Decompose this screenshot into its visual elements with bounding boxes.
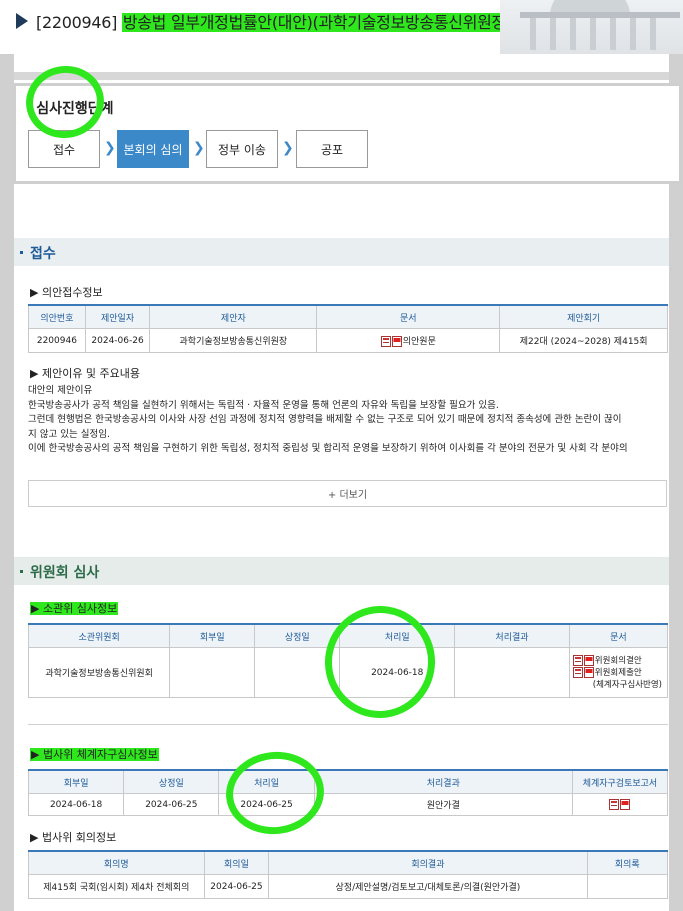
bill-title: [2200946] 방송법 일부개정법률안(대안)(과학기술정보방송통신위원장) — [36, 9, 513, 33]
legislation-meeting-table: 회의명 회의일 회의결과 회의록 제415회 국회(임시회) 제4차 전체회의 … — [28, 850, 669, 899]
receipt-table: 의안번호 제안일자 제안자 문서 제안회기 2200946 2024-06-26… — [28, 304, 668, 353]
pdf-file-icon[interactable] — [619, 799, 630, 810]
hwp-file-icon[interactable] — [380, 336, 391, 347]
left-margin — [0, 54, 14, 911]
legislation-committee-table: 회부일 상정일 처리일 처리결과 체계자구검토보고서 2024-06-18 20… — [27, 769, 669, 816]
legislation-committee-title: ▶ 법사위 체계자구심사정보 — [30, 748, 159, 761]
stage-step-transfer[interactable]: 정부 이송 — [206, 130, 278, 168]
stage-step-promulgation[interactable]: 공포 — [296, 130, 368, 168]
chevron-right-icon: ❯ — [282, 140, 294, 156]
pdf-file-icon[interactable] — [583, 666, 594, 678]
table-row: 제415회 국회(임시회) 제4차 전체회의 2024-06-25 상정/제안설… — [28, 874, 669, 899]
title-arrow-icon — [16, 13, 28, 29]
section-divider — [28, 724, 668, 725]
standing-committee-title: ▶ 소관위 심사정보 — [30, 602, 119, 615]
pdf-file-icon[interactable] — [583, 654, 594, 666]
annotation-circle — [316, 597, 444, 727]
annotation-circle — [221, 747, 329, 839]
assembly-building-image — [500, 0, 683, 54]
pdf-file-icon[interactable] — [391, 336, 402, 347]
hwp-file-icon[interactable] — [572, 654, 583, 666]
proposal-reason-text: 대안의 제안이유 한국방송공사가 공적 책임을 실현하기 위해서는 독립적 · … — [28, 385, 628, 454]
more-button[interactable]: + 더보기 — [28, 480, 667, 507]
stage-step-plenary[interactable]: 본회의 심의 — [117, 130, 189, 168]
section-committee: 위원회 심사 — [14, 557, 669, 585]
table-row: 2200946 2024-06-26 과학기술정보방송통신위원장 의안원문 제2… — [28, 328, 668, 353]
legislation-meeting-title: ▶ 법사위 회의정보 — [30, 831, 117, 844]
review-report-cell[interactable] — [571, 793, 669, 816]
bill-document-cell[interactable]: 의안원문 — [316, 328, 501, 353]
hwp-file-icon[interactable] — [608, 799, 619, 810]
bill-id: [2200946] — [36, 13, 118, 32]
chevron-right-icon: ❯ — [104, 140, 116, 156]
section-receipt: 접수 — [14, 238, 669, 266]
reason-title: ▶ 제안이유 및 주요내용 — [30, 367, 141, 380]
page-header: [2200946] 방송법 일부개정법률안(대안)(과학기술정보방송통신위원장) — [0, 0, 683, 54]
bill-name: 방송법 일부개정법률안(대안)(과학기술정보방송통신위원장) — [121, 13, 513, 32]
receipt-info-title: ▶ 의안접수정보 — [30, 286, 103, 299]
chevron-right-icon: ❯ — [193, 140, 205, 156]
table-row: 2024-06-18 2024-06-25 2024-06-25 원안가결 — [27, 793, 669, 816]
header-divider — [0, 72, 683, 80]
hwp-file-icon[interactable] — [572, 666, 583, 678]
committee-documents-cell[interactable]: 위원회의결안 위원회제출안 (체계자구심사반영) — [568, 647, 669, 698]
